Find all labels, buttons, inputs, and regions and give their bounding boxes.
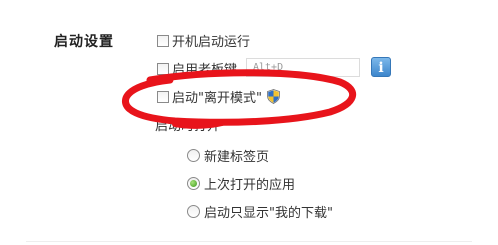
radio-new-tab[interactable] <box>187 149 200 162</box>
radio-downloads-label: 启动只显示"我的下载" <box>204 206 333 221</box>
radio-new-tab-label: 新建标签页 <box>204 150 270 165</box>
radio-option-last-apps[interactable]: 上次打开的应用 <box>187 174 295 193</box>
away-mode-label: 启动"离开模式" <box>172 91 262 106</box>
radio-last-apps[interactable] <box>187 177 200 190</box>
auto-start-checkbox[interactable] <box>157 34 169 47</box>
divider <box>26 241 472 242</box>
away-mode-checkbox[interactable] <box>157 90 169 103</box>
auto-start-option[interactable]: 开机启动运行 <box>157 31 250 50</box>
startup-open-label: 启动时打开 <box>155 119 221 134</box>
boss-key-label: 启用老板键 <box>172 63 238 78</box>
radio-option-new-tab[interactable]: 新建标签页 <box>187 146 269 165</box>
section-title: 启动设置 <box>54 34 114 50</box>
info-icon[interactable]: i <box>371 57 391 77</box>
away-mode-option[interactable]: 启动"离开模式" <box>157 87 280 106</box>
boss-key-checkbox[interactable] <box>157 62 169 75</box>
radio-option-downloads[interactable]: 启动只显示"我的下载" <box>187 202 333 221</box>
radio-last-apps-label: 上次打开的应用 <box>204 178 296 193</box>
boss-key-option[interactable]: 启用老板键 <box>157 59 237 78</box>
auto-start-label: 开机启动运行 <box>172 35 251 50</box>
boss-key-hotkey-field[interactable]: Alt+D <box>246 58 360 77</box>
radio-downloads[interactable] <box>187 205 200 218</box>
uac-shield-icon <box>267 89 280 104</box>
